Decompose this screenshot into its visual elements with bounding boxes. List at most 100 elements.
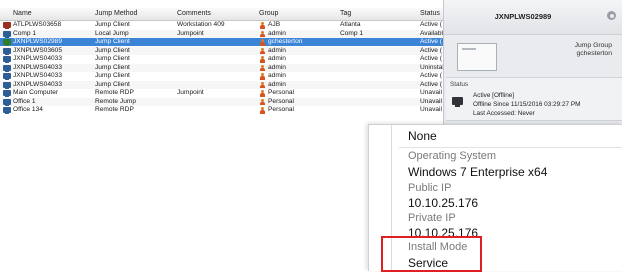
column-header-comments[interactable]: Comments [177, 10, 211, 17]
offline-since: Offline Since 11/15/2016 03:29:27 PM [473, 101, 581, 108]
cell-tag: Comp 1 [340, 29, 364, 37]
jump-group-label: Jump Group [574, 42, 612, 49]
user-icon [259, 73, 265, 80]
cell-status: Active ( [420, 80, 442, 88]
computer-icon [3, 98, 11, 106]
cell-status: Unavail [420, 89, 442, 96]
public-ip-value: 10.10.25.176 [408, 196, 479, 210]
user-icon [259, 98, 265, 106]
column-header-tag[interactable]: Tag [340, 10, 351, 17]
user-icon [259, 90, 265, 97]
table-row[interactable]: JXNPLWS04033 Jump Client admin Active ( [0, 55, 443, 63]
table-row[interactable]: JXNPLWS04033 Jump Client admin Uninstal [0, 63, 444, 72]
cell-jump-method: Jump Client [95, 72, 130, 79]
cell-comments: Jumpoint [177, 89, 204, 96]
cell-jump-method: Jump Client [95, 80, 130, 88]
computer-icon [3, 30, 11, 38]
computer-icon [3, 81, 11, 89]
computer-icon [3, 47, 11, 55]
cell-status: Active ( [420, 46, 442, 54]
table-row[interactable]: ATLPLWS03658 Jump Client Workstation 409 AJ… [0, 21, 443, 29]
jump-group-info: Jump Group gchesterton [522, 42, 612, 58]
jump-group-value: gchesterton [576, 50, 612, 57]
cell-jump-method: Jump Client [95, 63, 130, 71]
cell-name: JXNPLWS04033 [13, 80, 62, 88]
cell-status: Active ( [420, 38, 442, 45]
column-header-jump-method[interactable]: Jump Method [95, 10, 137, 17]
cell-comments: Workstation 409 [177, 21, 225, 28]
computer-icon [3, 56, 11, 63]
computer-icon [3, 39, 11, 46]
cell-status: Active ( [420, 21, 442, 28]
popup-separator [399, 147, 622, 148]
cell-comments: Jumpoint [177, 29, 204, 37]
user-icon [259, 39, 265, 46]
user-icon [259, 64, 265, 72]
cell-group: Personal [268, 97, 295, 105]
cell-jump-method: Jump Client [95, 38, 130, 45]
cell-name: Main Computer [13, 89, 59, 96]
cell-name: JXNPLWS04033 [13, 63, 62, 71]
cell-group: gchesterton [268, 38, 303, 45]
cell-name: JXNPLWS02989 [13, 38, 62, 45]
table-row[interactable]: Main Computer Remote RDP Jumpoint Personal U… [0, 89, 443, 97]
table-row[interactable]: JXNPLWS03605 Jump Client admin Active ( [0, 46, 443, 55]
user-icon [259, 56, 265, 63]
table-row[interactable]: Comp 1 Local Jump Jumpoint admin Comp 1 Avail… [0, 29, 443, 38]
cell-jump-method: Remote Jump [95, 97, 137, 105]
monitor-icon [452, 97, 463, 107]
os-value: Windows 7 Enterprise x64 [408, 165, 548, 179]
cell-group: admin [268, 72, 286, 79]
cell-group: admin [268, 29, 286, 37]
user-icon [259, 47, 265, 55]
public-ip-label: Public IP [408, 182, 452, 194]
private-ip-label: Private IP [408, 212, 456, 224]
table-row[interactable]: Office 1 Remote Jump Personal Unavail [0, 97, 443, 106]
cell-jump-method: Remote RDP [95, 106, 134, 113]
cell-group: admin [268, 55, 286, 62]
cell-jump-method: Remote RDP [95, 89, 134, 96]
cell-name: JXNPLWS03605 [13, 46, 62, 54]
cell-name: Comp 1 [13, 29, 37, 37]
cell-status: Unavail [420, 106, 442, 113]
details-title-bar: JXNPLWS02989 [444, 0, 622, 35]
none-value: None [408, 129, 437, 143]
cell-status: Availabl [420, 29, 443, 37]
computer-icon [3, 107, 11, 114]
computer-icon [3, 64, 11, 72]
cell-group: admin [268, 46, 286, 54]
cell-tag: Atlanta [340, 21, 361, 28]
status-section: Status Active [Offline] Offline Since 11… [446, 77, 622, 121]
column-header-group[interactable]: Group [259, 10, 278, 17]
cell-group: admin [268, 80, 286, 88]
cell-status: Uninstal [420, 63, 444, 71]
cell-name: JXNPLWS04033 [13, 72, 62, 79]
status-label: Status [450, 81, 469, 88]
table-row[interactable]: JXNPLWS02989 Jump Client gchesterton Active… [0, 38, 443, 47]
column-header-status[interactable]: Status [420, 10, 440, 17]
cell-name: JXNPLWS04033 [13, 55, 62, 62]
cell-status: Active ( [420, 55, 442, 62]
status-state: Active [Offline] [473, 92, 515, 99]
details-title: JXNPLWS02989 [494, 12, 552, 21]
cell-group: Personal [268, 89, 295, 96]
computer-icon [3, 22, 11, 29]
cell-name: Office 1 [13, 97, 36, 105]
table-row[interactable]: JXNPLWS04033 Jump Client admin Active ( [0, 72, 443, 80]
last-accessed: Last Accessed: Never [473, 110, 535, 117]
cell-name: ATLPLWS03658 [13, 21, 62, 28]
stop-icon[interactable] [607, 11, 616, 20]
cell-group: AJB [268, 21, 281, 28]
column-header-name[interactable]: Name [13, 10, 32, 17]
user-icon [259, 107, 265, 114]
table-row[interactable]: JXNPLWS04033 Jump Client admin Active ( [0, 80, 443, 89]
user-icon [259, 81, 265, 89]
cell-jump-method: Jump Client [95, 21, 130, 28]
cell-jump-method: Local Jump [95, 29, 129, 37]
cell-group: Personal [268, 106, 295, 113]
computer-icon [3, 90, 11, 97]
cell-jump-method: Jump Client [95, 55, 130, 62]
cell-jump-method: Jump Client [95, 46, 130, 54]
table-row[interactable]: Office 134 Remote RDP Personal Unavail [0, 106, 443, 114]
cell-group: admin [268, 63, 286, 71]
